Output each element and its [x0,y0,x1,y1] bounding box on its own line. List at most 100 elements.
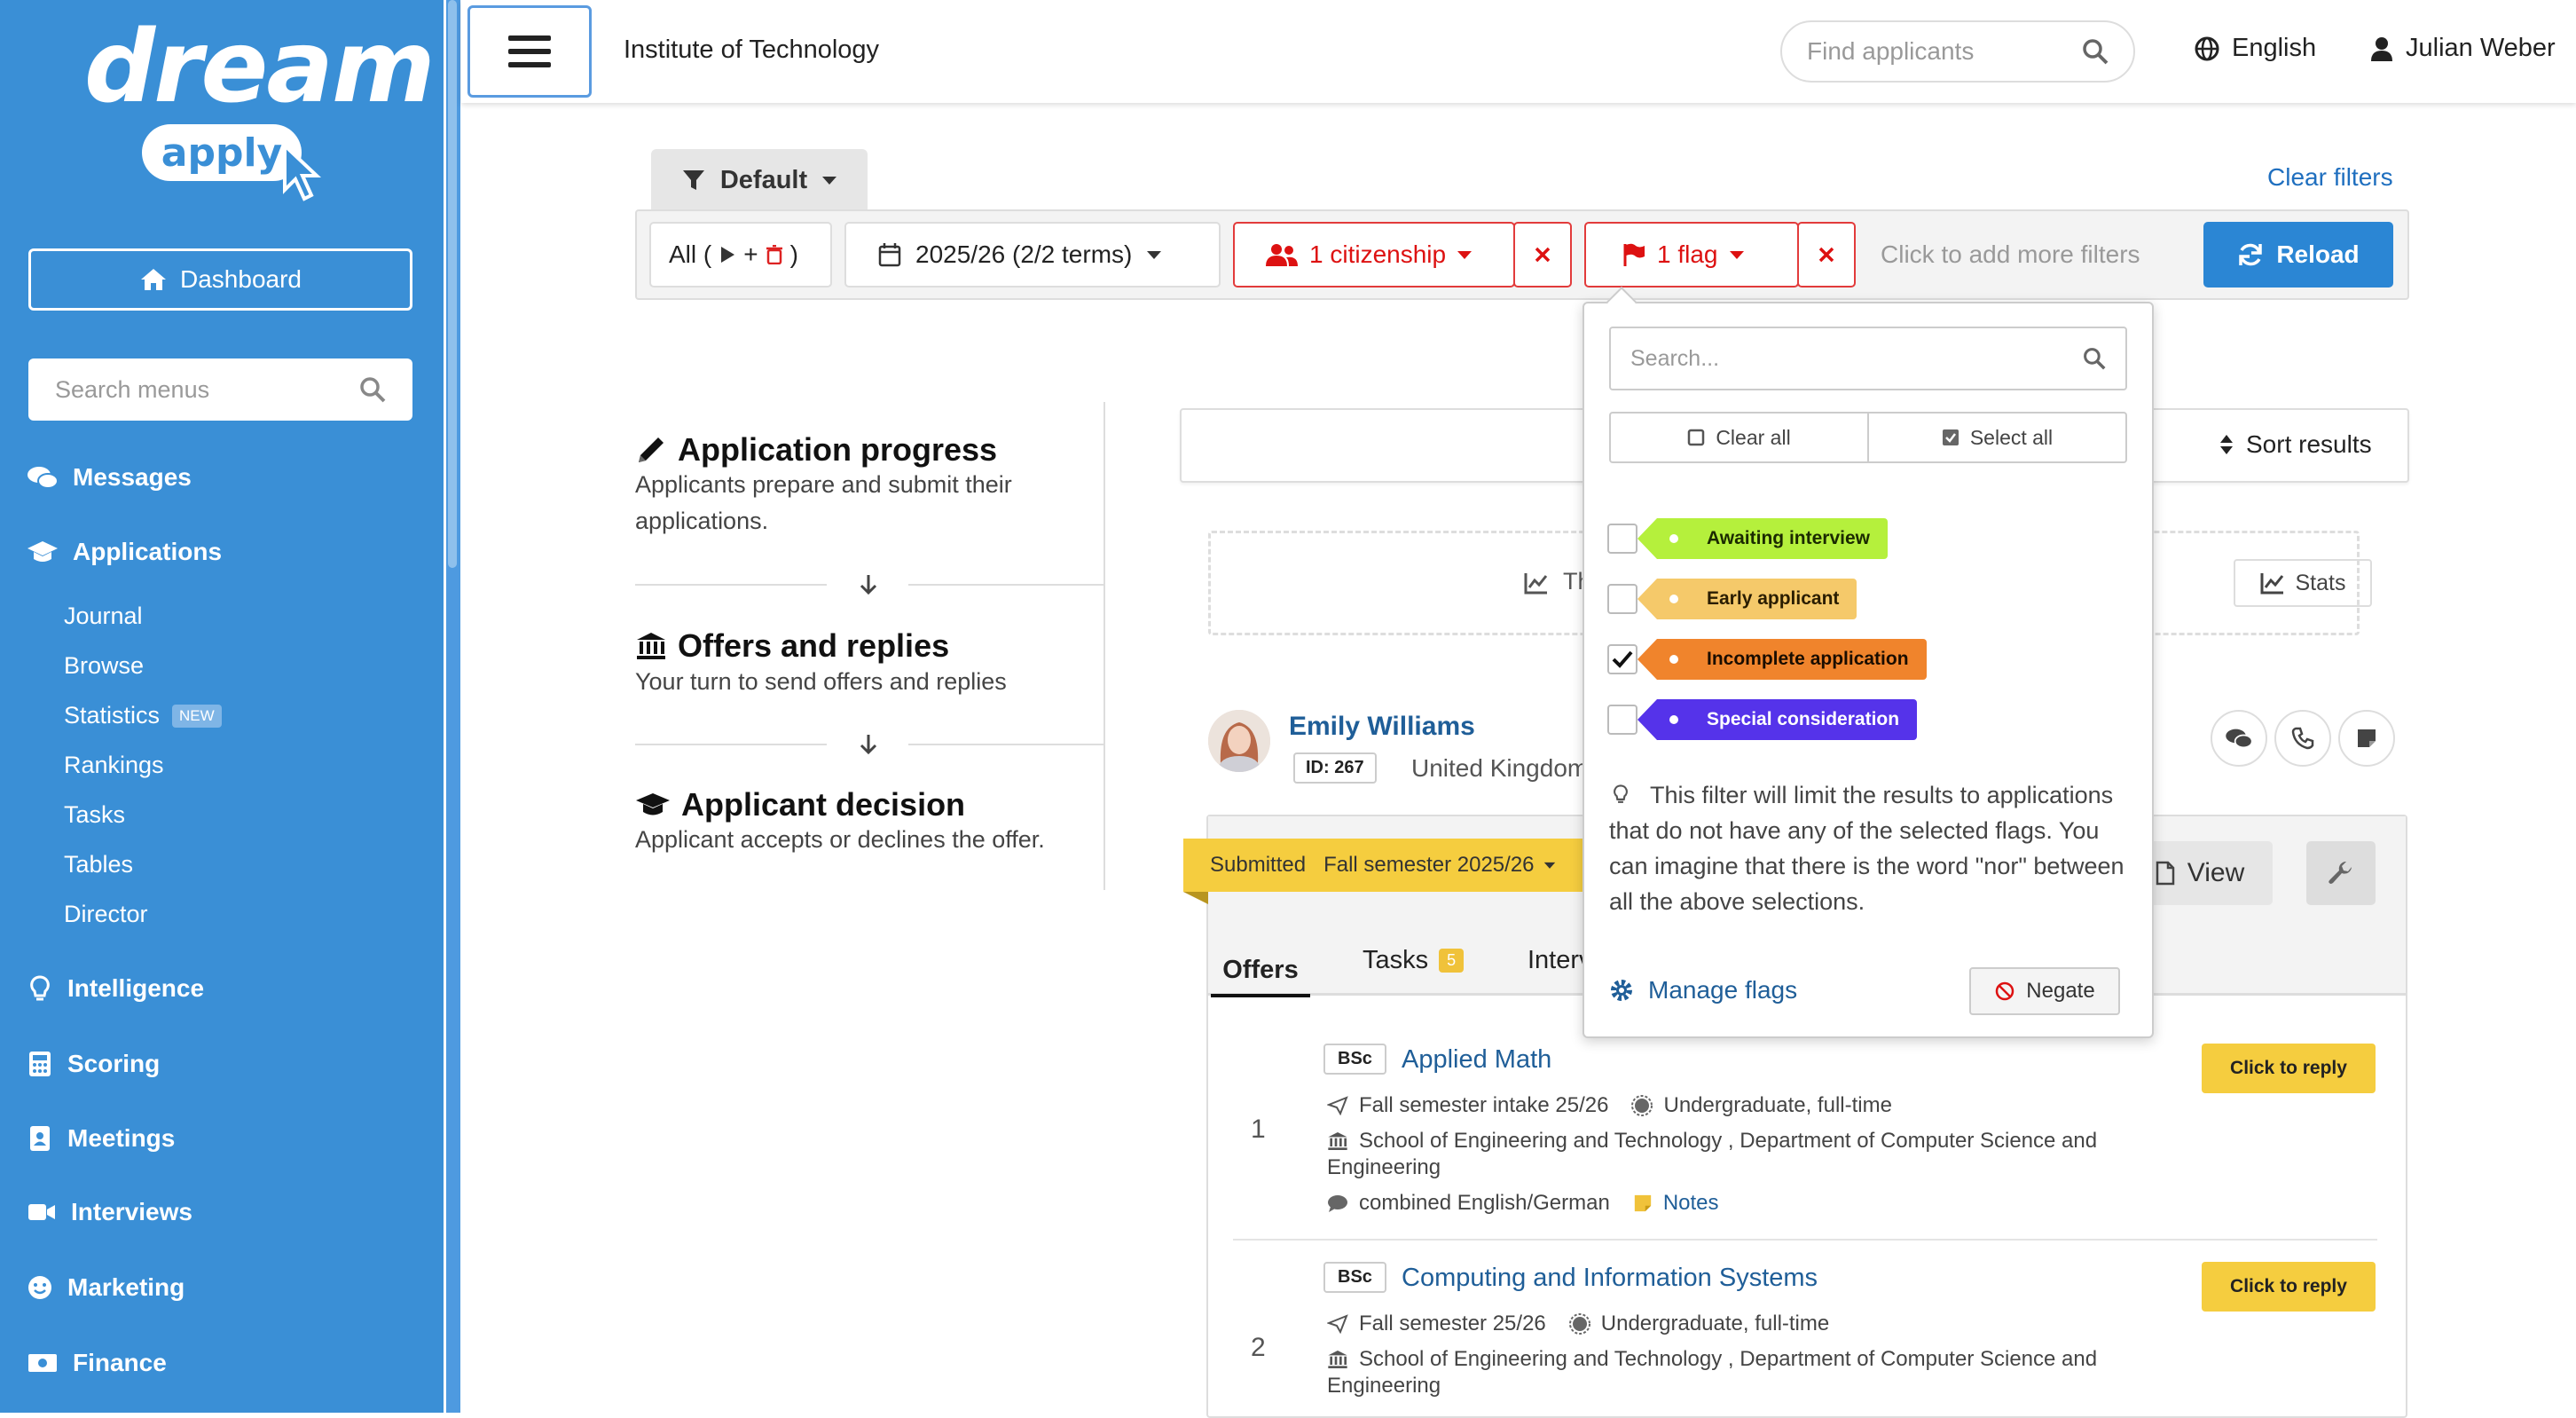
filter-preset-label: Default [719,165,808,194]
flag-tag: Awaiting interview [1637,518,1888,559]
caret-down-icon [822,177,837,185]
nav-interviews[interactable]: Interviews [27,1198,192,1226]
nav-tasks[interactable]: Tasks [64,801,125,829]
stage-offers-replies-title[interactable]: Offers and replies [635,627,949,665]
applicant-photo [1208,710,1270,772]
degree-badge: BSc [1323,1044,1386,1075]
stages-divider [1103,402,1105,890]
remove-flag-filter-button[interactable] [1797,222,1856,288]
flag-option-incomplete-application[interactable]: Incomplete application [1607,639,1927,680]
select-all-label: Select all [1969,425,2054,449]
message-button[interactable] [2211,710,2267,767]
reload-button[interactable]: Reload [2203,222,2393,288]
find-applicants-input[interactable]: Find applicants [1780,20,2135,83]
stage-1-description: Applicants prepare and submit their appl… [635,471,1012,534]
stats-button[interactable]: Stats [2234,559,2372,607]
program-school-label-2: Engineering [1327,1155,1441,1179]
negate-button[interactable]: Negate [1969,967,2120,1015]
nav-journal[interactable]: Journal [64,603,143,630]
checkmark-icon [1612,650,1633,668]
filter-term-chip[interactable]: 2025/26 (2/2 terms) [844,222,1221,288]
tab-offers-label: Offers [1222,955,1299,984]
language-selector[interactable]: English [2195,34,2316,63]
graduation-cap-icon [636,793,670,815]
tab-tasks[interactable]: Tasks 5 [1363,946,1465,975]
tasks-count-badge: 5 [1439,949,1465,973]
clear-filters-link[interactable]: Clear filters [2267,163,2393,192]
flag-checkbox[interactable] [1607,705,1637,735]
nav-statistics[interactable]: Statistics NEW [64,702,222,729]
sidebar-scrollbar-thumb[interactable] [448,0,457,568]
nav-finance-label: Finance [73,1349,167,1376]
tools-button[interactable] [2306,841,2376,905]
nav-applications[interactable]: Applications [27,538,222,566]
institution-name: Institute of Technology [624,35,880,64]
filter-preset-dropdown[interactable]: Default [651,149,868,211]
flag-checkbox[interactable] [1607,584,1637,614]
arrow-down-icon [860,575,877,595]
ban-icon [1996,981,2014,1001]
flag-label: Early applicant [1707,588,1840,609]
menu-toggle-button[interactable] [467,5,592,98]
notes-link[interactable]: Notes [1663,1191,1719,1216]
flag-option-special-consideration[interactable]: Special consideration [1607,699,1918,740]
avatar[interactable] [1208,710,1270,772]
user-menu[interactable]: Julian Weber [2370,34,2556,63]
tab-offers[interactable]: Offers [1211,946,1310,997]
program-number: 1 [1251,1115,1266,1144]
program-title[interactable]: Computing and Information Systems [1402,1264,1818,1293]
flag-label: Special consideration [1707,709,1900,729]
close-icon [1535,247,1551,263]
flag-checkbox[interactable] [1607,524,1637,554]
check-square-icon [1942,429,1959,445]
manage-flags-link[interactable]: Manage flags [1609,976,1797,1004]
program-school-cont: Engineering [1327,1155,1441,1180]
flag-checkbox-checked[interactable] [1607,644,1637,674]
nav-rankings-label: Rankings [64,752,164,778]
select-all-button[interactable]: Select all [1869,414,2125,461]
applicant-name[interactable]: Emily Williams [1289,712,1475,742]
program-title[interactable]: Applied Math [1402,1045,1551,1075]
video-camera-icon [28,1204,55,1220]
nav-director[interactable]: Director [64,901,148,928]
calculator-icon [29,1052,51,1076]
flag-option-awaiting-interview[interactable]: Awaiting interview [1607,518,1888,559]
nav-intelligence[interactable]: Intelligence [27,974,204,1003]
clear-all-button[interactable]: Clear all [1611,414,1869,461]
filter-all-chip[interactable]: All ( + ) [649,222,832,288]
dreamapply-logo[interactable]: dream apply [84,18,436,201]
dashboard-button[interactable]: Dashboard [28,248,412,311]
flag-search-input[interactable]: Search... [1609,327,2127,390]
nav-tables[interactable]: Tables [64,851,133,878]
hamburger-icon [508,35,551,67]
nav-finance[interactable]: Finance [27,1349,167,1377]
close-icon [1818,247,1834,263]
nav-browse[interactable]: Browse [64,652,144,680]
filter-flag-chip[interactable]: 1 flag [1584,222,1799,288]
certificate-icon [1631,1095,1653,1116]
filter-citizenship-chip[interactable]: 1 citizenship [1233,222,1515,288]
flag-filter-note: This filter will limit the results to ap… [1609,782,2124,915]
nav-meetings-label: Meetings [67,1124,176,1152]
nav-rankings[interactable]: Rankings [64,752,164,779]
remove-citizenship-filter-button[interactable] [1513,222,1572,288]
sort-results-button[interactable]: Sort results [2219,430,2372,459]
nav-scoring[interactable]: Scoring [27,1050,160,1078]
nav-messages[interactable]: Messages [27,463,192,492]
stage-applicant-decision-title[interactable]: Applicant decision [635,786,965,823]
square-icon [1688,429,1705,446]
flag-tag: Incomplete application [1637,639,1927,680]
call-button[interactable] [2274,710,2331,767]
add-filters-input[interactable]: Click to add more filters [1881,240,2140,269]
stage-application-progress-title[interactable]: Application progress [635,431,997,469]
applicant-country-label: United Kingdom [1411,754,1584,782]
note-button[interactable] [2338,710,2395,767]
flag-option-early-applicant[interactable]: Early applicant [1607,579,1857,619]
program-school: School of Engineering and Technology , D… [1327,1129,2097,1154]
intake-dropdown[interactable]: Fall semester 2025/26 [1323,853,1555,878]
reply-button[interactable]: Click to reply [2202,1262,2376,1312]
nav-meetings[interactable]: Meetings [27,1124,175,1153]
nav-marketing[interactable]: Marketing [27,1273,185,1302]
search-menus-input[interactable]: Search menus [28,358,412,421]
reply-button[interactable]: Click to reply [2202,1044,2376,1093]
